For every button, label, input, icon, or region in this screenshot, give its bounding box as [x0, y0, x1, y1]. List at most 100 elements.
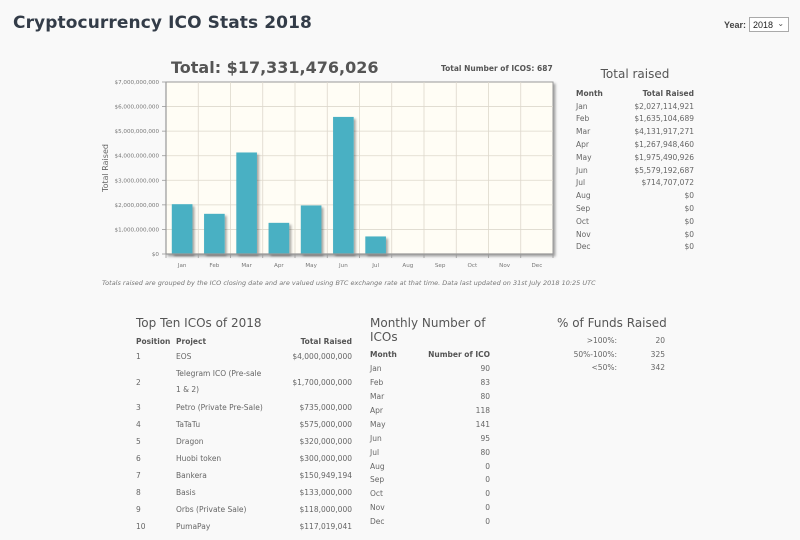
column-header-position: Position: [136, 336, 171, 346]
table-row: Jan $2,027,114,921: [576, 100, 694, 113]
count-cell: 20: [655, 336, 665, 346]
y-tick-label: $4,000,000,000: [115, 154, 160, 160]
month-cell: Apr: [576, 140, 589, 150]
bar-feb: [204, 213, 225, 254]
x-tick-label: Jan: [177, 263, 187, 269]
column-header-month: Month: [370, 350, 397, 360]
column-header-number-of-ico: Number of ICO: [428, 350, 490, 360]
amount-cell: $150,949,194: [299, 471, 353, 480]
amount-cell: $118,000,000: [299, 505, 353, 514]
table-row: Mar 80: [370, 390, 490, 404]
table-row: Aug $0: [576, 189, 694, 202]
position-cell: 7: [136, 471, 141, 480]
position-cell: 3: [136, 403, 141, 412]
amount-cell: $0: [684, 204, 694, 214]
count-cell: 0: [485, 517, 490, 527]
project-cell: Petro (Private Pre-Sale): [176, 403, 263, 412]
x-tick-label: May: [305, 263, 317, 269]
project-cell: Orbs (Private Sale): [176, 505, 247, 514]
x-tick-label: Feb: [209, 263, 219, 269]
x-tick-label: Mar: [241, 263, 252, 269]
monthly-count-panel: Monthly Number of ICOs Month Number of I…: [370, 316, 490, 529]
table-row: 9 Orbs (Private Sale) $118,000,000: [136, 501, 352, 518]
amount-cell: $1,700,000,000: [292, 377, 352, 387]
table-row: Jun $5,579,192,687: [576, 164, 694, 177]
month-cell: Mar: [576, 127, 591, 137]
table-row: Oct 0: [370, 487, 490, 501]
position-cell: 8: [136, 488, 141, 497]
amount-cell: $4,131,917,271: [634, 127, 694, 137]
amount-cell: $714,707,072: [641, 178, 695, 188]
y-tick-label: $0: [152, 252, 160, 258]
total-raised-panel: Total raised Month Total Raised Jan $2,02…: [576, 67, 694, 253]
table-row: Mar $4,131,917,271: [576, 125, 694, 138]
table-row: >100%: 20: [557, 334, 665, 348]
month-cell: May: [370, 419, 386, 429]
position-cell: 5: [136, 437, 141, 446]
column-header-total-raised: Total Raised: [300, 336, 352, 346]
table-row: Apr $1,267,948,460: [576, 138, 694, 151]
amount-cell: $5,579,192,687: [634, 165, 694, 175]
total-raised-title: Total raised: [600, 67, 670, 81]
x-tick-label: Sep: [435, 263, 446, 269]
top-ten-panel: Top Ten ICOs of 2018 Position Project To…: [136, 316, 352, 535]
table-row: 6 Huobi token $300,000,000: [136, 450, 352, 467]
monthly-count-table: Month Number of ICO Jan 90 Feb 83 Mar 80 Apr 11…: [370, 348, 490, 529]
table-row: Sep 0: [370, 473, 490, 487]
count-cell: 0: [485, 503, 490, 513]
table-row: May $1,975,490,926: [576, 151, 694, 164]
table-row: Apr 118: [370, 404, 490, 418]
project-cell: PumaPay: [176, 522, 211, 531]
amount-cell: $1,635,104,689: [634, 114, 694, 124]
project-cell: Huobi token: [176, 454, 222, 463]
table-row: Dec $0: [576, 241, 694, 254]
month-cell: Dec: [370, 517, 385, 527]
top-ten-table: Position Project Total Raised 1 EOS $4,000…: [136, 334, 352, 535]
amount-cell: $0: [684, 229, 694, 239]
amount-cell: $0: [684, 216, 694, 226]
month-cell: Jun: [576, 165, 588, 175]
count-cell: 90: [480, 364, 490, 374]
table-row: 8 Basis $133,000,000: [136, 484, 352, 501]
project-cell: Basis: [176, 488, 196, 497]
position-cell: 4: [136, 420, 141, 429]
y-tick-label: $6,000,000,000: [115, 105, 160, 111]
month-cell: Jan: [576, 101, 588, 111]
funds-raised-panel: % of Funds Raised >100%: 20 50%-100%: 325 <5…: [557, 316, 667, 375]
table-row: Jan 90: [370, 362, 490, 376]
y-tick-label: $2,000,000,000: [115, 203, 160, 209]
position-cell: 1: [136, 352, 141, 361]
amount-cell: $575,000,000: [299, 420, 353, 429]
table-row: Feb 83: [370, 376, 490, 390]
month-cell: Nov: [576, 229, 591, 239]
amount-cell: $117,019,041: [299, 522, 353, 531]
y-tick-label: $5,000,000,000: [115, 129, 160, 135]
table-row: 4 TaTaTu $575,000,000: [136, 416, 352, 433]
table-row: 5 Dragon $320,000,000: [136, 433, 352, 450]
month-cell: Apr: [370, 406, 383, 415]
month-cell: Aug: [576, 191, 591, 201]
table-row: 2 Telegram ICO (Pre-sale 1 & 2) $1,700,000…: [136, 365, 352, 399]
table-row: Jul 80: [370, 445, 490, 459]
x-tick-label: Aug: [402, 263, 413, 269]
monthly-count-title: Monthly Number of ICOs: [370, 316, 486, 344]
bar-jul: [365, 236, 386, 254]
month-cell: Feb: [370, 378, 384, 388]
table-row: Aug 0: [370, 459, 490, 473]
project-cell: TaTaTu: [176, 420, 201, 429]
count-cell: 141: [475, 419, 490, 429]
month-cell: Oct: [370, 489, 383, 499]
column-header-month: Month: [576, 88, 603, 98]
table-row: Jul $714,707,072: [576, 177, 694, 190]
column-header-total-raised: Total Raised: [642, 88, 694, 98]
table-row: Nov $0: [576, 228, 694, 241]
amount-cell: $133,000,000: [299, 488, 353, 497]
funds-raised-title: % of Funds Raised: [557, 316, 667, 330]
table-row: Jun 95: [370, 431, 490, 445]
x-tick-label: Nov: [499, 263, 511, 269]
month-cell: Jun: [370, 433, 382, 443]
position-cell: 6: [136, 454, 141, 463]
x-tick-label: Jul: [371, 263, 379, 269]
count-cell: 80: [480, 447, 490, 457]
table-row: 7 Bankera $150,949,194: [136, 467, 352, 484]
